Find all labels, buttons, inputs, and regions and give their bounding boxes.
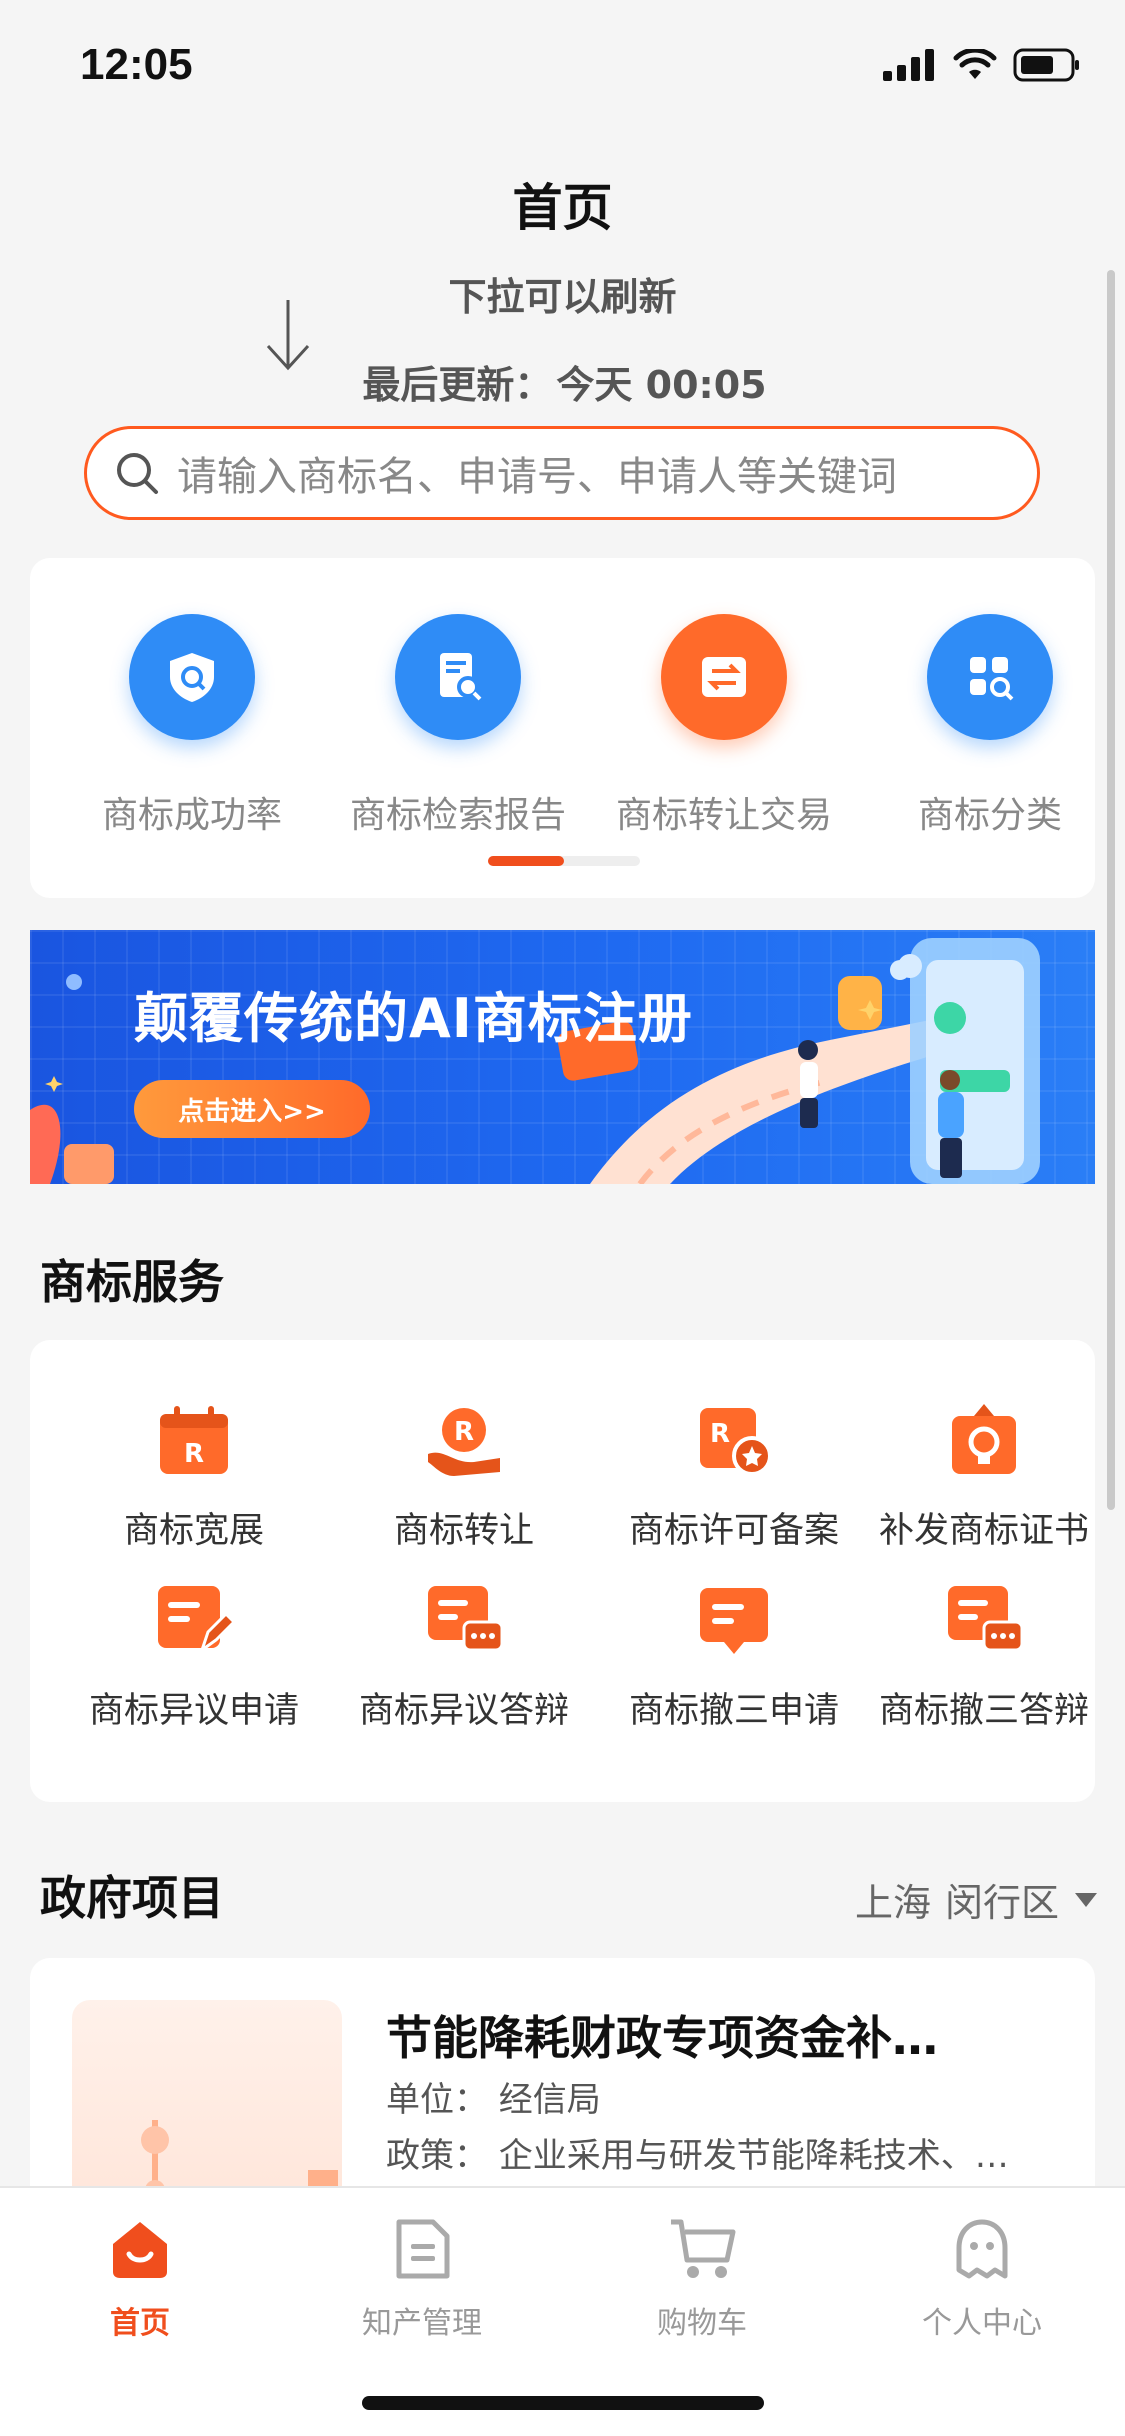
tab-label: 个人中心 (922, 2306, 1042, 2341)
chat-doc-icon (944, 1580, 1024, 1660)
quick-entry-success-rate[interactable]: 商标成功率 (82, 614, 302, 838)
quick-entry-card: 商标成功率 商标检索报告 商标转让交易 商标分类 (30, 558, 1095, 898)
page-title: 首页 (512, 179, 613, 237)
signal-icon (883, 49, 934, 81)
page-indicator-active (488, 856, 564, 866)
quick-entry-label: 商标分类 (917, 795, 1062, 836)
service-label: 商标撤三申请 (628, 1691, 839, 1731)
last-update-value: 今天 00:05 (556, 363, 767, 407)
battery-icon (1013, 48, 1079, 82)
user-icon (947, 2214, 1017, 2284)
services-card: R 商标宽展 R 商标转让 R 商标许可备案 补发商标证书 商标异议申请 商标异… (30, 1340, 1095, 1802)
service-label: 商标异议答辩 (358, 1691, 569, 1731)
service-label: 商标宽展 (123, 1511, 264, 1551)
report-search-icon (395, 614, 521, 740)
last-update-label: 最后更新： (362, 363, 553, 407)
project-unit: 单位： 经信局 (386, 2080, 601, 2120)
service-item-opposition-apply[interactable]: 商标异议申请 (64, 1580, 324, 1733)
certificate-icon (944, 1400, 1024, 1480)
service-label: 商标许可备案 (628, 1511, 839, 1551)
quick-entry-label: 商标转让交易 (615, 795, 832, 836)
hand-r-icon: R (424, 1400, 504, 1480)
tab-profile[interactable]: 个人中心 (882, 2214, 1082, 2342)
wifi-icon (953, 49, 997, 79)
svg-text:R: R (710, 1419, 730, 1449)
service-item-cancel-defense[interactable]: 商标撤三答辩 (874, 1580, 1094, 1733)
quick-entry-label: 商标检索报告 (349, 795, 566, 836)
license-r-icon: R (694, 1400, 774, 1480)
status-bar: 12:05 (0, 0, 1125, 140)
project-title: 节能降耗财政专项资金补… (386, 2011, 938, 2065)
status-time: 12:05 (80, 40, 193, 89)
message-icon (694, 1580, 774, 1660)
search-icon (117, 453, 158, 494)
search-input[interactable]: 请输入商标名、申请号、申请人等关键词 (177, 444, 897, 502)
banner-enter-button[interactable]: 点击进入>> (134, 1080, 370, 1138)
chat-doc-icon (424, 1580, 504, 1660)
tab-label: 首页 (110, 2306, 170, 2341)
category-icon (927, 614, 1053, 740)
location-district: 闵行区 (944, 1881, 1059, 1925)
edit-doc-icon (154, 1580, 234, 1660)
svg-text:R: R (454, 1417, 474, 1447)
shield-search-icon (129, 614, 255, 740)
quick-entry-category[interactable]: 商标分类 (880, 614, 1100, 838)
home-indicator (362, 2396, 764, 2410)
service-item-license-filing[interactable]: R 商标许可备案 (604, 1400, 864, 1553)
status-icons (883, 48, 1081, 82)
quick-entry-transfer-trade[interactable]: 商标转让交易 (614, 614, 834, 838)
location-city: 上海 (854, 1881, 931, 1925)
service-label: 商标异议申请 (88, 1691, 299, 1731)
pull-refresh-text: 下拉可以刷新 (448, 275, 677, 319)
calendar-r-icon: R (154, 1400, 234, 1480)
service-item-renewal[interactable]: R 商标宽展 (64, 1400, 324, 1553)
location-selector[interactable]: 上海 闵行区 (855, 1872, 1099, 1927)
page-indicator (488, 856, 640, 866)
home-icon (105, 2214, 175, 2284)
government-section-title: 政府项目 (40, 1871, 224, 1925)
last-update-text: 最后更新： 今天 00:05 (0, 354, 1125, 409)
service-label: 商标撤三答辩 (878, 1691, 1089, 1731)
caret-down-icon (1075, 1892, 1097, 1907)
transfer-icon (661, 614, 787, 740)
svg-text:R: R (184, 1439, 204, 1469)
services-section-title: 商标服务 (40, 1255, 224, 1309)
service-label: 商标转让 (393, 1511, 534, 1551)
document-icon (387, 2214, 457, 2284)
service-item-cancel-apply[interactable]: 商标撤三申请 (604, 1580, 864, 1733)
cart-icon (667, 2214, 737, 2284)
tab-label: 知产管理 (362, 2306, 482, 2341)
banner-title: 颠覆传统的AI商标注册 (134, 987, 693, 1050)
project-policy: 政策： 企业采用与研发节能降耗技术、… (386, 2136, 1009, 2176)
tab-cart[interactable]: 购物车 (602, 2214, 802, 2342)
search-bar[interactable]: 请输入商标名、申请号、申请人等关键词 (84, 426, 1040, 520)
service-item-opposition-defense[interactable]: 商标异议答辩 (334, 1580, 594, 1733)
tab-label: 购物车 (657, 2306, 747, 2341)
service-item-reissue-certificate[interactable]: 补发商标证书 (874, 1400, 1094, 1553)
tab-ip-management[interactable]: 知产管理 (322, 2214, 522, 2342)
promo-banner[interactable]: 颠覆传统的AI商标注册 点击进入>> (30, 930, 1095, 1184)
quick-entry-label: 商标成功率 (101, 795, 282, 836)
service-label: 补发商标证书 (878, 1511, 1089, 1551)
scrollbar[interactable] (1107, 270, 1115, 1510)
banner-illustration (30, 938, 1040, 1184)
tab-home[interactable]: 首页 (40, 2214, 240, 2342)
quick-entry-search-report[interactable]: 商标检索报告 (348, 614, 568, 838)
service-item-transfer[interactable]: R 商标转让 (334, 1400, 594, 1553)
